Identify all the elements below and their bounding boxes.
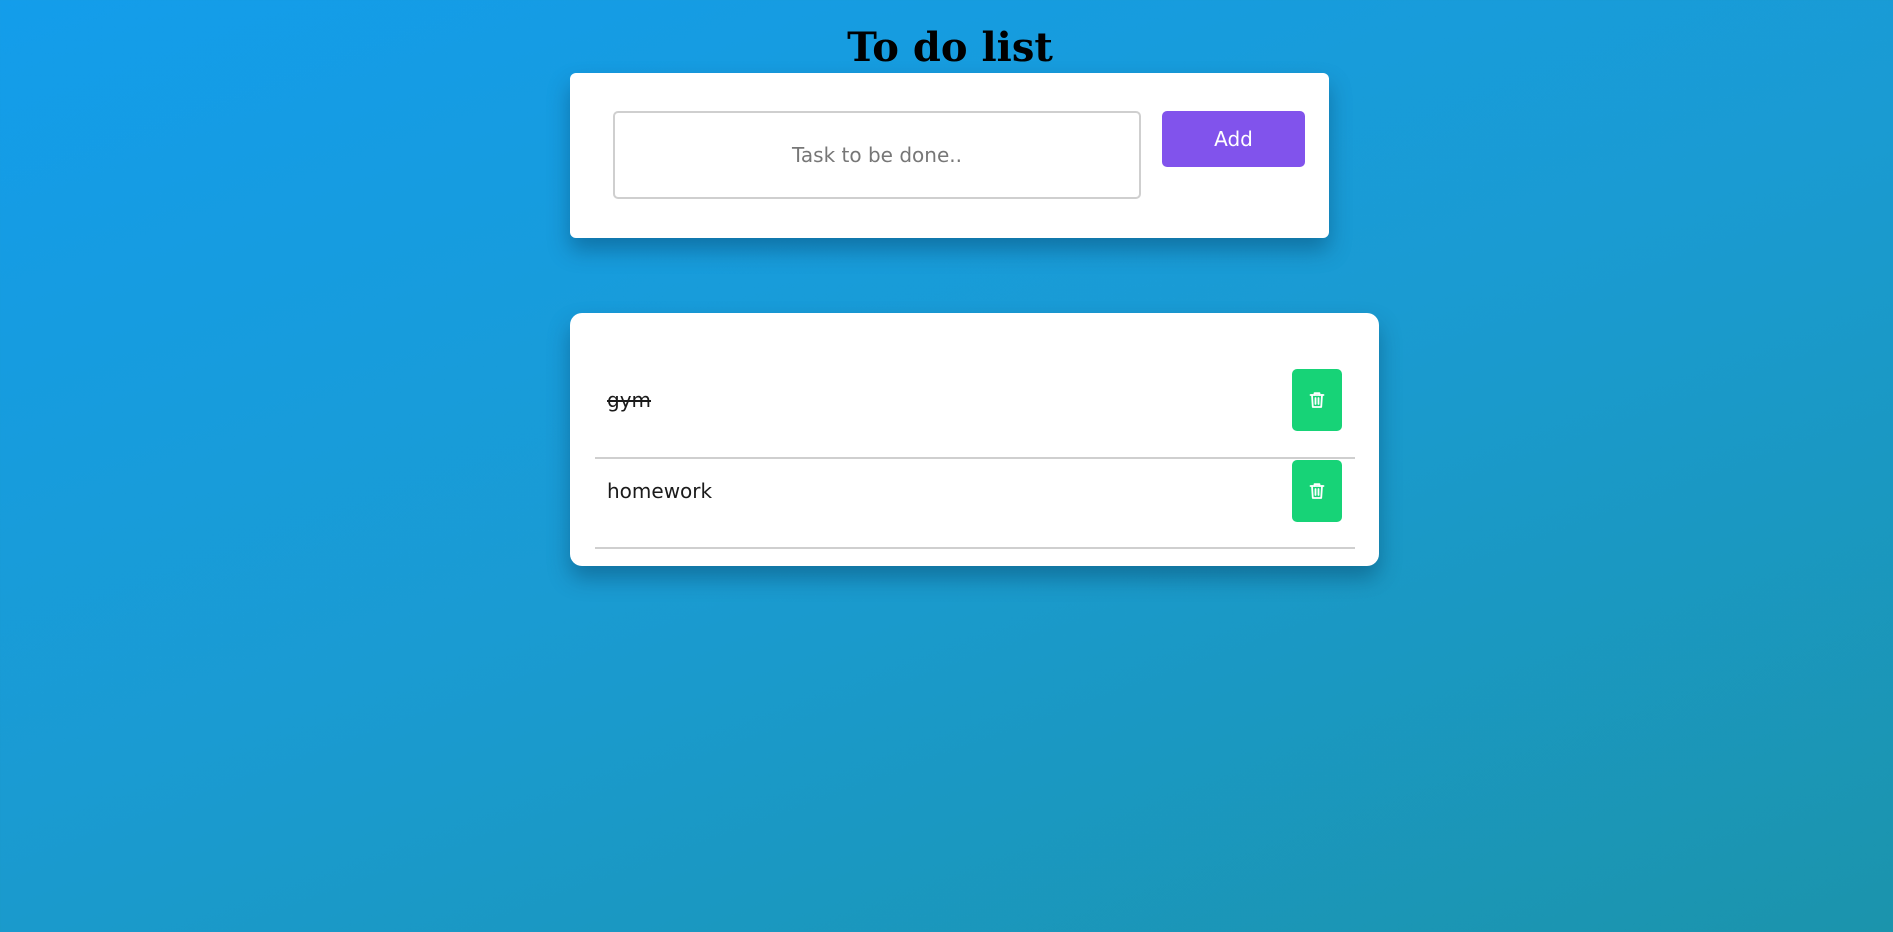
trash-icon (1309, 482, 1325, 500)
task-row: gym (595, 369, 1355, 459)
task-input-card: Add (570, 73, 1329, 238)
page-title: To do list (847, 24, 1053, 71)
task-list-card: gym homework (570, 313, 1379, 566)
task-text[interactable]: homework (607, 460, 712, 522)
delete-button[interactable] (1292, 460, 1342, 522)
task-input[interactable] (613, 111, 1141, 199)
delete-button[interactable] (1292, 369, 1342, 431)
add-button[interactable]: Add (1162, 111, 1305, 167)
task-list: gym homework (595, 369, 1355, 549)
task-text[interactable]: gym (607, 369, 651, 431)
task-row: homework (595, 459, 1355, 549)
trash-icon (1309, 391, 1325, 409)
